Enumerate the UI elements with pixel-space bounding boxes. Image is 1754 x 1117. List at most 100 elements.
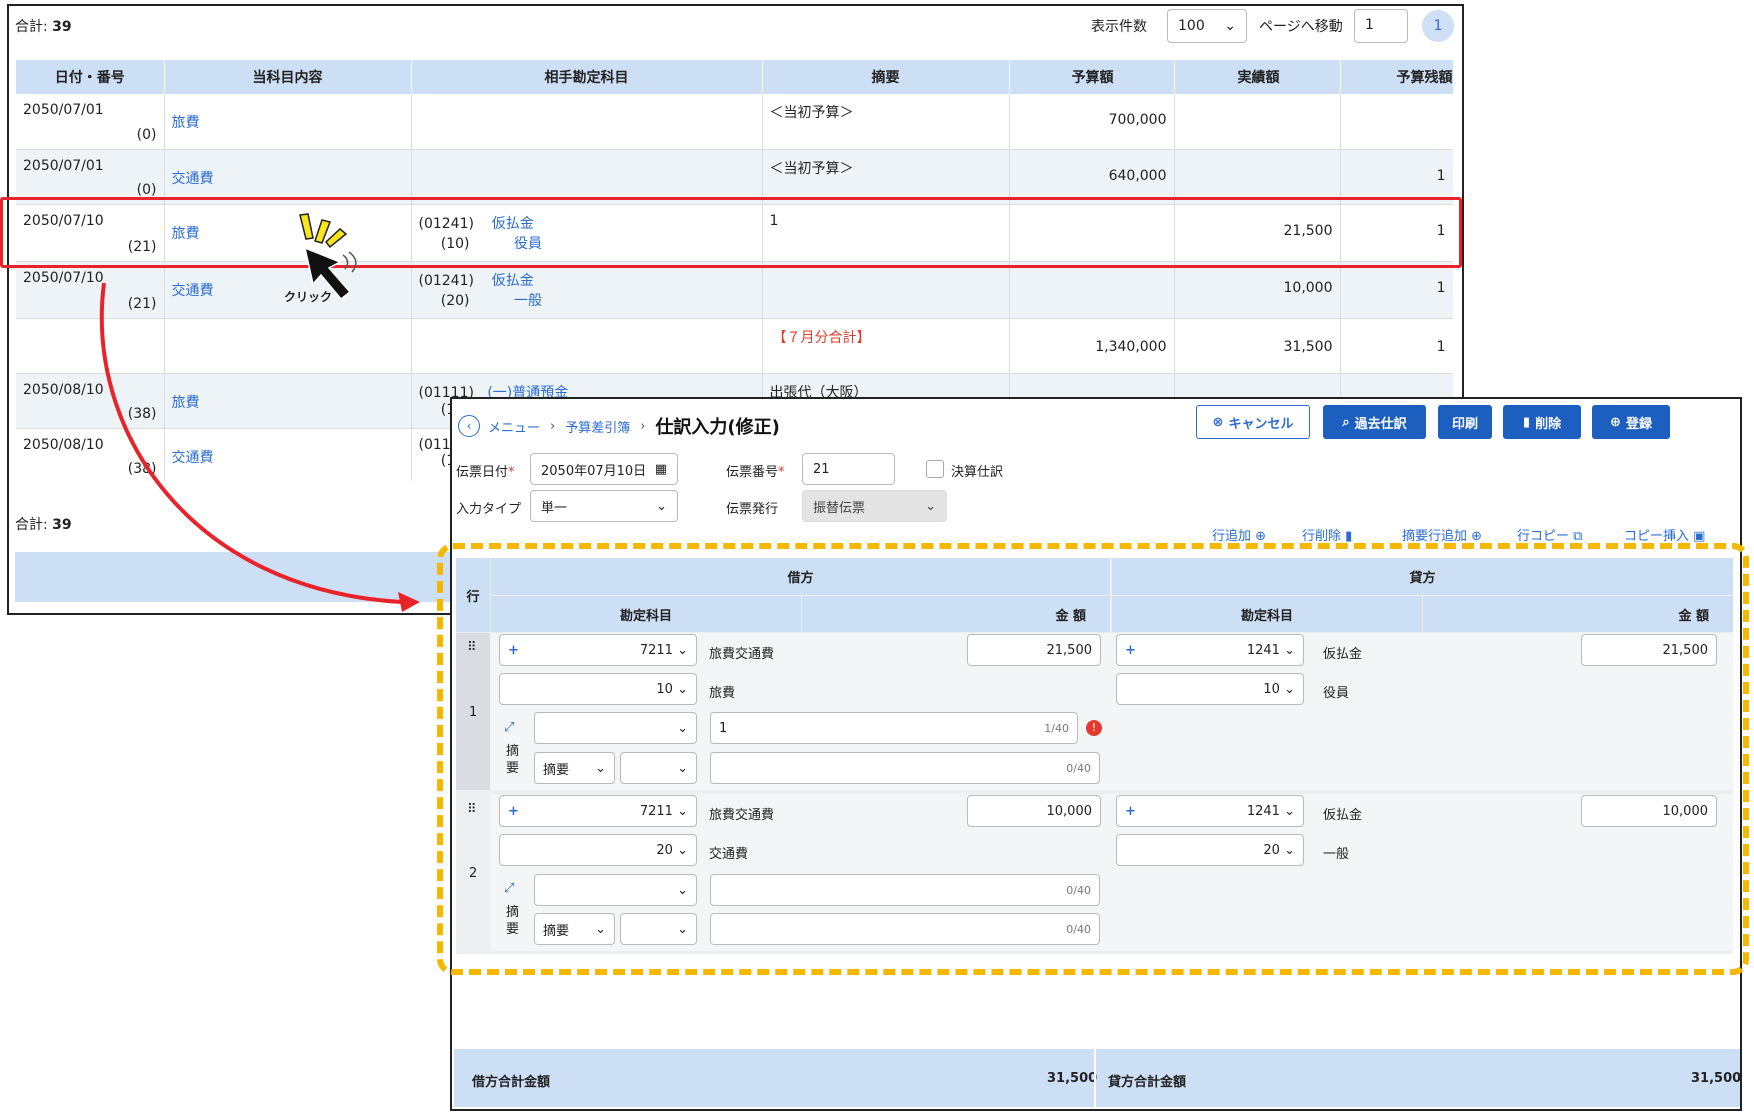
goto-page-label: ページへ移動 (1259, 19, 1343, 35)
breadcrumb: ‹ メニュー › 予算差引簿 › 仕訳入力(修正) (458, 413, 780, 439)
debit-total-value: 31,500 (1047, 1071, 1098, 1086)
col-budget[interactable]: 予算額 (1009, 60, 1175, 94)
history-label: 過去仕訳 (1354, 416, 1407, 432)
row-counter-subname[interactable]: 一般 (514, 293, 542, 309)
col-counter[interactable]: 相手勘定科目 (411, 60, 763, 94)
cancel-label: キャンセル (1228, 416, 1294, 432)
back-icon[interactable]: ‹ (458, 415, 480, 437)
history-button[interactable]: ⌕ 過去仕訳 (1323, 405, 1426, 439)
row-no: (38) (127, 405, 157, 422)
display-count-select[interactable]: 100 ⌄ (1167, 9, 1247, 43)
chevron-down-icon: ⌄ (1224, 18, 1236, 34)
table-row[interactable]: 2050/07/01 (0) 旅費 ＜当初予算＞ 700,000 (16, 94, 1453, 150)
row-memo: ＜当初予算＞ (769, 160, 854, 177)
calendar-icon[interactable]: ▦ (655, 462, 667, 477)
print-button[interactable]: 印刷 (1438, 405, 1492, 439)
voucher-no-label: 伝票番号* (726, 465, 785, 480)
credit-total-label: 貸方合計金額 (1108, 1075, 1187, 1090)
selected-row-highlight (0, 197, 1462, 268)
row-remain: 1 (1436, 279, 1446, 296)
row-budget: 700,000 (1108, 112, 1167, 128)
row-counter-code: (011 (418, 436, 451, 453)
print-label: 印刷 (1451, 416, 1478, 432)
row-account[interactable]: 交通費 (172, 283, 214, 299)
row-date: 2050/08/10 (23, 436, 104, 453)
search-icon: ⌕ (1342, 414, 1350, 430)
goto-page-input[interactable]: 1 (1354, 9, 1408, 43)
col-memo[interactable]: 摘要 (762, 60, 1010, 94)
input-type-label: 入力タイプ (456, 502, 522, 517)
row-date: 2050/07/01 (23, 157, 104, 174)
row-remain: 1 (1436, 167, 1446, 184)
breadcrumb-menu[interactable]: メニュー (488, 417, 540, 436)
page-title: 仕訳入力(修正) (655, 417, 780, 438)
page-1-button[interactable]: 1 (1422, 10, 1454, 42)
row-date: 2050/07/01 (23, 102, 104, 118)
click-label: クリック (284, 290, 333, 304)
row-actual: 31,500 (1283, 338, 1333, 355)
register-label: 登録 (1625, 416, 1652, 432)
journal-highlight-frame (437, 543, 1749, 975)
register-button[interactable]: ⊕ 登録 (1592, 405, 1670, 439)
totals-footer: 借方合計金額 31,500 貸方合計金額 31,500 (454, 1049, 1741, 1107)
issue-value: 振替伝票 (813, 500, 866, 516)
col-remain[interactable]: 予算残額 (1340, 60, 1453, 94)
row-counter-code: (01241) (418, 272, 474, 289)
debit-total-label: 借方合計金額 (472, 1075, 551, 1090)
display-count-label: 表示件数 (1091, 19, 1147, 35)
issue-label: 伝票発行 (726, 502, 779, 517)
issue-select[interactable]: 振替伝票 ⌄ (802, 490, 947, 522)
col-account[interactable]: 当科目内容 (164, 60, 412, 94)
row-no: (0) (136, 181, 157, 198)
cancel-button[interactable]: ⊗ キャンセル (1196, 405, 1310, 439)
row-actual: 10,000 (1283, 279, 1333, 296)
row-counter-sub: (20) (440, 292, 470, 309)
col-actual[interactable]: 実績額 (1174, 60, 1341, 94)
row-budget: 1,340,000 (1095, 338, 1167, 355)
row-memo-subtotal: 【７月分合計】 (772, 329, 871, 346)
plus-circle-icon: ⊕ (1610, 414, 1621, 430)
chevron-right-icon: › (640, 418, 646, 434)
row-counter-name[interactable]: 仮払金 (492, 273, 534, 289)
input-type-value: 単一 (541, 500, 568, 516)
delete-button[interactable]: ▮ 削除 (1503, 405, 1581, 439)
row-account[interactable]: 交通費 (172, 171, 214, 187)
footer-bar (15, 552, 452, 602)
voucher-no-input[interactable]: 21 (802, 453, 895, 485)
date-input[interactable]: 2050年07月10日 ▦ (530, 453, 678, 485)
breadcrumb-budget[interactable]: 予算差引簿 (565, 417, 630, 436)
row-date: 2050/07/10 (23, 269, 104, 286)
total-count: 合計: 39 (15, 16, 72, 36)
total-count-bottom: 合計: 39 (15, 514, 72, 534)
row-no: (0) (136, 126, 157, 143)
row-remain: 1 (1436, 338, 1446, 355)
row-account[interactable]: 交通費 (172, 450, 214, 466)
row-memo: ＜当初予算＞ (769, 105, 854, 121)
copy-row-link[interactable]: 行コピー ⧉ (1517, 525, 1582, 544)
table-row[interactable]: 【７月分合計】 1,340,000 31,500 1 (16, 318, 1453, 374)
row-budget: 640,000 (1108, 167, 1167, 184)
settlement-checkbox[interactable] (926, 460, 944, 478)
row-account[interactable]: 旅費 (172, 115, 200, 131)
date-value: 2050年07月10日 (541, 463, 647, 479)
paste-row-link[interactable]: コピー挿入 ▣ (1624, 525, 1705, 544)
col-date[interactable]: 日付・番号 (16, 60, 165, 94)
table-row[interactable]: 2050/07/10 (21) 交通費 (01241) 仮払金 (20) 一般 1… (16, 261, 1453, 319)
voucher-no-value: 21 (813, 461, 830, 477)
total-label: 合計: (15, 19, 53, 35)
chevron-right-icon: › (550, 418, 556, 434)
date-label: 伝票日付* (456, 465, 515, 480)
delete-row-link[interactable]: 行削除 ▮ (1302, 525, 1352, 544)
row-date: 2050/08/10 (23, 381, 104, 398)
settlement-label: 決算仕訳 (951, 465, 1004, 480)
trash-icon: ▮ (1522, 414, 1531, 430)
close-circle-icon: ⊗ (1212, 414, 1224, 430)
add-memo-link[interactable]: 摘要行追加 ⊕ (1402, 525, 1482, 544)
add-row-link[interactable]: 行追加 ⊕ (1212, 525, 1266, 544)
chevron-down-icon: ⌄ (925, 498, 936, 514)
table-row[interactable]: 2050/07/01 (0) 交通費 ＜当初予算＞ 640,000 1 (16, 149, 1453, 205)
input-type-select[interactable]: 単一 ⌄ (530, 490, 678, 522)
row-account[interactable]: 旅費 (172, 395, 200, 411)
total-value: 39 (52, 517, 72, 533)
display-count-value: 100 (1178, 18, 1205, 34)
